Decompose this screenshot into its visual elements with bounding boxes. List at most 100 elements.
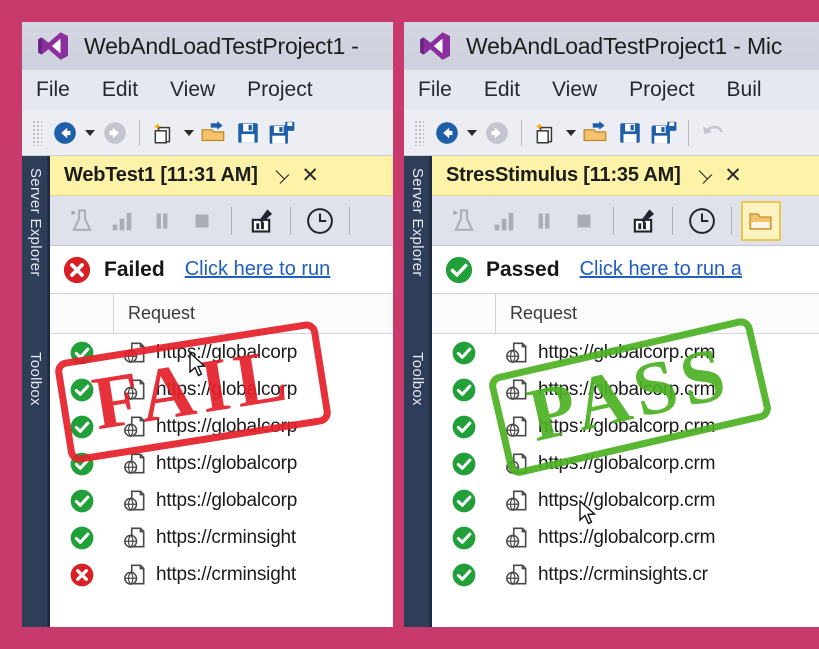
menu-build[interactable]: Buil: [727, 78, 762, 102]
new-project-icon[interactable]: [529, 116, 563, 150]
visual-studio-logo-icon: [420, 32, 450, 60]
open-file-icon[interactable]: [579, 116, 613, 150]
save-icon[interactable]: [231, 116, 265, 150]
navigate-back-dropdown-caret[interactable]: [464, 116, 480, 150]
success-circle-icon: [452, 452, 476, 475]
row-status-icon: [50, 488, 114, 514]
close-icon[interactable]: ✕: [301, 165, 319, 186]
right-grid-header-request-col[interactable]: Request: [496, 303, 819, 324]
row-status-icon: [50, 451, 114, 477]
table-row[interactable]: https://globalcorp.crm: [432, 445, 819, 482]
left-run-again-link[interactable]: Click here to run: [185, 258, 331, 281]
right-request-list[interactable]: https://globalcorp.crm https://globalcorp…: [432, 334, 819, 627]
navigate-back-icon[interactable]: [48, 116, 82, 150]
table-row[interactable]: https://globalcorp.crm: [432, 519, 819, 556]
open-folder-icon[interactable]: [741, 200, 781, 241]
row-status-icon: [432, 451, 496, 477]
web-request-icon: [124, 526, 145, 548]
pin-icon[interactable]: ⊣: [689, 163, 715, 189]
stop-icon[interactable]: [182, 201, 222, 241]
row-request-url: https://globalcorp.crm: [538, 341, 716, 363]
pause-icon[interactable]: [142, 201, 182, 241]
menu-edit[interactable]: Edit: [102, 78, 138, 102]
table-row[interactable]: https://globalcorp: [50, 371, 393, 408]
sidebar-item-toolbox[interactable]: Toolbox: [22, 346, 49, 412]
sidebar-item-toolbox[interactable]: Toolbox: [404, 346, 431, 412]
left-grid-header-request-col[interactable]: Request: [114, 303, 393, 324]
success-circle-icon: [70, 378, 94, 401]
navigate-back-dropdown-caret[interactable]: [82, 116, 98, 150]
left-document-tab[interactable]: WebTest1 [11:31 AM] ⊣ ✕: [50, 156, 393, 196]
test-toolbar-separator: [672, 206, 673, 235]
left-document-area: WebTest1 [11:31 AM] ⊣ ✕ Failed Click her…: [48, 156, 393, 627]
row-request-url: https://globalcorp.crm: [538, 452, 716, 474]
right-grid-header-status-col[interactable]: [432, 294, 496, 333]
menu-project[interactable]: Project: [247, 78, 312, 102]
menu-project[interactable]: Project: [629, 78, 694, 102]
web-request-icon: [124, 489, 145, 511]
navigate-forward-icon: [480, 116, 514, 150]
results-chart-icon[interactable]: [484, 201, 524, 241]
table-row[interactable]: https://globalcorp.crm: [432, 334, 819, 371]
toolbar-grip[interactable]: [414, 119, 424, 146]
success-circle-icon: [452, 563, 476, 586]
success-circle-icon: [452, 378, 476, 401]
history-clock-icon[interactable]: [682, 201, 722, 241]
table-row[interactable]: https://crminsight: [50, 519, 393, 556]
web-request-icon: [124, 563, 145, 585]
new-project-icon[interactable]: [147, 116, 181, 150]
table-row[interactable]: https://globalcorp: [50, 445, 393, 482]
edit-run-settings-icon[interactable]: [241, 201, 281, 241]
table-row[interactable]: https://globalcorp.crm: [432, 408, 819, 445]
table-row[interactable]: https://crminsight: [50, 556, 393, 593]
table-row[interactable]: https://globalcorp.crm: [432, 371, 819, 408]
row-request-url: https://globalcorp.crm: [538, 378, 716, 400]
web-request-icon: [506, 489, 527, 511]
table-row[interactable]: https://globalcorp: [50, 482, 393, 519]
right-run-again-link[interactable]: Click here to run a: [580, 258, 742, 281]
new-project-dropdown-caret[interactable]: [563, 116, 579, 150]
history-clock-icon[interactable]: [300, 201, 340, 241]
toolbar-grip[interactable]: [32, 119, 42, 146]
save-all-icon[interactable]: [265, 116, 299, 150]
page-frame: WebAndLoadTestProject1 - File Edit View …: [0, 0, 819, 649]
run-test-flask-icon[interactable]: [62, 201, 102, 241]
results-chart-icon[interactable]: [102, 201, 142, 241]
row-status-icon: [432, 377, 496, 403]
row-request-url: https://globalcorp: [156, 378, 298, 400]
open-file-icon[interactable]: [197, 116, 231, 150]
menu-file[interactable]: File: [36, 78, 70, 102]
sidebar-item-server-explorer[interactable]: Server Explorer: [22, 162, 49, 283]
menu-view[interactable]: View: [170, 78, 215, 102]
new-project-dropdown-caret[interactable]: [181, 116, 197, 150]
right-document-tab[interactable]: StresStimulus [11:35 AM] ⊣ ✕: [432, 156, 819, 196]
run-test-flask-icon[interactable]: [444, 201, 484, 241]
menu-view[interactable]: View: [552, 78, 597, 102]
error-circle-icon: [63, 256, 91, 283]
table-row[interactable]: https://globalcorp.crm: [432, 482, 819, 519]
left-request-list[interactable]: https://globalcorp https://globalcorp http…: [50, 334, 393, 627]
table-row[interactable]: https://globalcorp: [50, 334, 393, 371]
table-row[interactable]: https://globalcorp: [50, 408, 393, 445]
close-icon[interactable]: ✕: [724, 165, 742, 186]
left-titlebar: WebAndLoadTestProject1 -: [22, 22, 393, 70]
left-ide-body: Server Explorer Toolbox WebTest1 [11:31 …: [22, 156, 393, 627]
test-toolbar-separator: [731, 206, 732, 235]
pin-icon[interactable]: ⊣: [267, 163, 292, 189]
save-icon[interactable]: [613, 116, 647, 150]
right-titlebar: WebAndLoadTestProject1 - Mic: [404, 22, 819, 70]
pause-icon[interactable]: [524, 201, 564, 241]
row-request-url: https://globalcorp.crm: [538, 526, 716, 548]
menu-file[interactable]: File: [418, 78, 452, 102]
navigate-back-icon[interactable]: [430, 116, 464, 150]
menu-edit[interactable]: Edit: [484, 78, 520, 102]
stop-icon[interactable]: [564, 201, 604, 241]
row-request-type-icon: [496, 525, 538, 551]
table-row[interactable]: https://crminsights.cr: [432, 556, 819, 593]
sidebar-item-server-explorer[interactable]: Server Explorer: [404, 162, 431, 283]
web-request-icon: [506, 563, 527, 585]
row-status-icon: [432, 562, 496, 588]
save-all-icon[interactable]: [647, 116, 681, 150]
edit-run-settings-icon[interactable]: [623, 201, 663, 241]
left-grid-header-status-col[interactable]: [50, 294, 114, 333]
